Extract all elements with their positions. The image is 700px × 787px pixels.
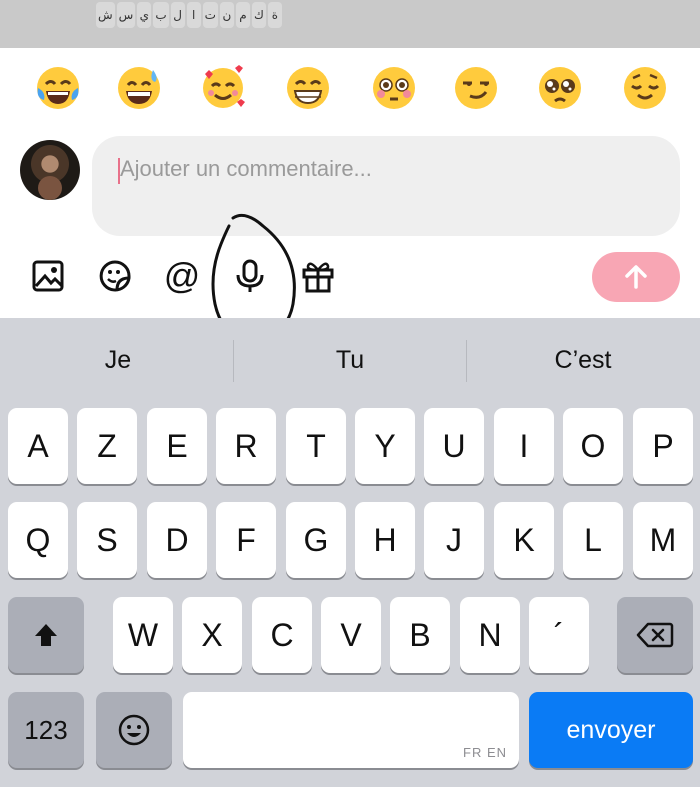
relieved-face-emoji[interactable] <box>621 64 669 112</box>
smiling-face-with-hearts-emoji[interactable] <box>199 64 247 112</box>
sticker-icon[interactable] <box>93 254 137 298</box>
key[interactable]: Z <box>77 408 137 484</box>
at-icon[interactable]: @ <box>160 254 204 298</box>
key[interactable]: M <box>633 502 693 578</box>
face-with-tears-of-joy-emoji[interactable] <box>34 64 82 112</box>
key[interactable]: H <box>355 502 415 578</box>
key[interactable]: C <box>252 597 312 673</box>
key[interactable]: O <box>563 408 623 484</box>
key[interactable]: U <box>424 408 484 484</box>
numbers-key[interactable]: 123 <box>8 692 84 768</box>
key[interactable]: P <box>633 408 693 484</box>
smirking-face-emoji[interactable] <box>452 64 500 112</box>
microphone-icon[interactable] <box>228 254 272 298</box>
backspace-icon <box>636 622 674 648</box>
key[interactable]: E <box>147 408 207 484</box>
emoji-key[interactable] <box>96 692 172 768</box>
suggestion-item[interactable]: Tu <box>234 338 466 382</box>
key[interactable]: K <box>494 502 554 578</box>
keyboard: Je Tu C’est A Z E R T Y U I O P Q S D F … <box>0 318 700 787</box>
arrow-up-icon <box>625 265 647 289</box>
arabic-letter: ب <box>153 2 169 28</box>
arabic-letter: ك <box>251 2 266 28</box>
language-hint: FR EN <box>463 745 507 760</box>
key[interactable]: W <box>113 597 173 673</box>
key[interactable]: I <box>494 408 554 484</box>
key[interactable]: Y <box>355 408 415 484</box>
arabic-keyboard-preview: ة ك م ن ت ا ل ب ي س ش <box>96 2 282 30</box>
suggestion-item[interactable]: Je <box>2 338 234 382</box>
gift-icon[interactable] <box>296 254 340 298</box>
top-strip: ة ك م ن ت ا ل ب ي س ش <box>0 0 700 48</box>
key[interactable]: S <box>77 502 137 578</box>
key[interactable]: T <box>286 408 346 484</box>
comment-placeholder: Ajouter un commentaire... <box>120 156 372 181</box>
arabic-letter: ش <box>96 2 115 28</box>
comment-panel: Ajouter un commentaire... @ <box>0 48 700 338</box>
arabic-letter: ا <box>186 2 201 28</box>
user-avatar <box>20 140 80 200</box>
space-key[interactable]: FR EN <box>183 692 519 768</box>
flushed-face-emoji[interactable] <box>370 64 418 112</box>
key[interactable]: F <box>216 502 276 578</box>
image-icon[interactable] <box>26 254 70 298</box>
smiley-icon <box>118 714 150 746</box>
at-label: @ <box>163 255 201 296</box>
arabic-letter: ت <box>202 2 218 28</box>
send-key[interactable]: envoyer <box>529 692 693 768</box>
emoji-quick-bar <box>0 64 700 112</box>
arabic-letter: ن <box>219 2 234 28</box>
arabic-letter: م <box>235 2 250 28</box>
key[interactable]: X <box>182 597 242 673</box>
grinning-face-with-sweat-emoji[interactable] <box>115 64 163 112</box>
beaming-face-with-smiling-eyes-emoji[interactable] <box>284 64 332 112</box>
arabic-letter: ة <box>267 2 282 28</box>
send-button[interactable] <box>592 252 680 302</box>
key[interactable]: J <box>424 502 484 578</box>
arabic-letter: ل <box>170 2 185 28</box>
key[interactable]: D <box>147 502 207 578</box>
delete-key[interactable] <box>617 597 693 673</box>
arabic-letter: س <box>116 2 136 28</box>
key[interactable]: Q <box>8 502 68 578</box>
key[interactable]: R <box>216 408 276 484</box>
suggestion-item[interactable]: C’est <box>467 338 699 382</box>
shift-key[interactable] <box>8 597 84 673</box>
key[interactable]: L <box>563 502 623 578</box>
arabic-letter: ي <box>137 2 152 28</box>
key[interactable]: V <box>321 597 381 673</box>
key[interactable]: ´ <box>529 597 589 673</box>
suggestion-bar: Je Tu C’est <box>0 318 700 402</box>
key[interactable]: A <box>8 408 68 484</box>
comment-input[interactable]: Ajouter un commentaire... <box>92 136 680 236</box>
shift-arrow-icon <box>35 624 57 646</box>
key[interactable]: G <box>286 502 346 578</box>
pleading-face-emoji[interactable] <box>536 64 584 112</box>
key[interactable]: N <box>460 597 520 673</box>
key[interactable]: B <box>390 597 450 673</box>
